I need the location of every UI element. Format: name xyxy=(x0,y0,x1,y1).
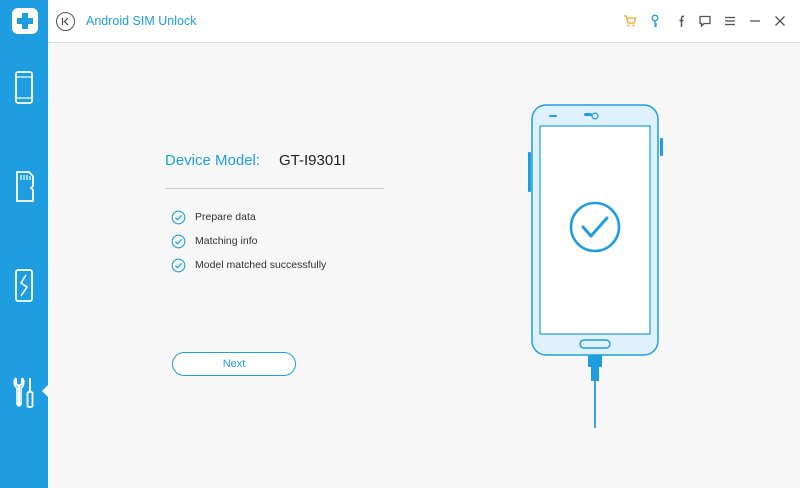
step-label: Prepare data xyxy=(195,211,256,223)
close-button[interactable] xyxy=(767,10,792,32)
device-model-value: GT-I9301I xyxy=(279,152,346,169)
step-item: Model matched successfully xyxy=(171,253,326,277)
sd-card-icon xyxy=(16,171,34,202)
back-button[interactable] xyxy=(56,12,75,31)
wrench-screwdriver-icon xyxy=(13,377,34,408)
connected-phone-graphic xyxy=(528,104,663,428)
phone-icon xyxy=(15,71,33,104)
steps-list: Prepare data Matching info Model matched… xyxy=(171,205,326,277)
title-bar: Android SIM Unlock xyxy=(48,0,800,43)
cart-icon xyxy=(623,15,636,27)
sidebar-item-tools[interactable] xyxy=(0,366,49,418)
device-model-label: Device Model: xyxy=(165,152,261,169)
facebook-button[interactable] xyxy=(667,10,692,32)
cart-button[interactable] xyxy=(617,10,642,32)
phone-illustration xyxy=(524,100,666,430)
app-title: Android SIM Unlock xyxy=(86,14,197,28)
key-icon xyxy=(651,14,658,27)
broken-phone-icon xyxy=(15,269,33,302)
sidebar-item-phone[interactable] xyxy=(0,62,48,114)
app-logo xyxy=(12,8,38,34)
register-button[interactable] xyxy=(642,10,667,32)
step-label: Matching info xyxy=(195,235,258,247)
device-model-row: Device Model: GT-I9301I xyxy=(165,152,385,176)
minimize-button[interactable] xyxy=(742,10,767,32)
check-circle-icon xyxy=(171,258,186,272)
step-item: Prepare data xyxy=(171,205,326,229)
step-label: Model matched successfully xyxy=(195,259,327,271)
divider xyxy=(165,188,384,189)
menu-button[interactable] xyxy=(717,10,742,32)
check-circle-icon xyxy=(171,210,186,224)
sidebar-item-sd-card[interactable] xyxy=(0,160,48,212)
feedback-icon xyxy=(698,15,711,28)
minimize-icon xyxy=(749,20,760,22)
sidebar-item-broken-phone[interactable] xyxy=(0,260,48,312)
title-bar-icons xyxy=(617,10,792,32)
facebook-icon xyxy=(679,15,684,27)
check-circle-icon xyxy=(171,234,186,248)
sidebar xyxy=(0,0,49,488)
feedback-button[interactable] xyxy=(692,10,717,32)
next-button[interactable]: Next xyxy=(172,352,296,376)
close-icon xyxy=(774,16,785,26)
step-item: Matching info xyxy=(171,229,326,253)
menu-icon xyxy=(724,16,735,26)
back-icon xyxy=(61,17,69,26)
